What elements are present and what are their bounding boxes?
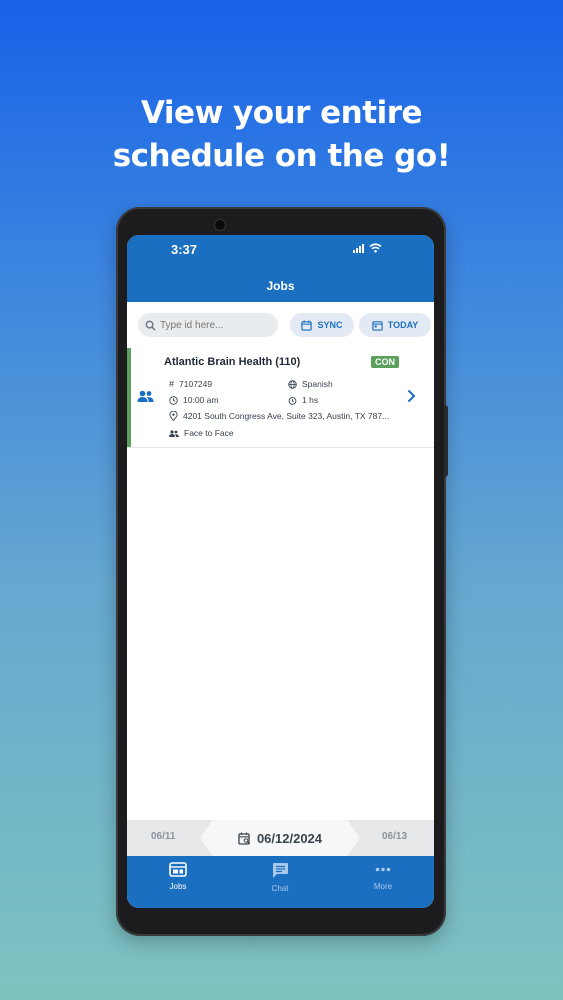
job-language: Spanish xyxy=(302,379,333,389)
bottom-navigation: Jobs Chat More xyxy=(127,856,434,908)
more-icon xyxy=(375,867,391,872)
clock-icon xyxy=(169,395,178,405)
job-card[interactable]: Atlantic Brain Health (110) CON # 710724… xyxy=(127,348,434,448)
front-camera xyxy=(214,219,226,231)
hash-icon: # xyxy=(169,379,175,389)
nav-label-chat: Chat xyxy=(271,884,289,893)
next-date-button[interactable]: 06/13 xyxy=(382,831,407,842)
chevron-right-icon[interactable] xyxy=(407,389,416,403)
job-id-row: # 7107249 xyxy=(169,379,212,389)
page-title: Jobs xyxy=(266,279,295,293)
status-time: 3:37 xyxy=(171,242,198,257)
job-time: 10:00 am xyxy=(183,395,219,405)
wifi-icon xyxy=(369,243,382,253)
job-title: Atlantic Brain Health (110) xyxy=(164,356,301,368)
sync-button[interactable]: SYNC xyxy=(290,313,354,337)
status-badge: CON xyxy=(371,356,399,368)
people-icon xyxy=(169,429,179,437)
status-icons xyxy=(353,243,382,253)
job-address: 4201 South Congress Ave, Suite 323, Aust… xyxy=(183,411,390,421)
app-header: 3:37 Jobs xyxy=(127,235,434,302)
phone-side-button xyxy=(444,405,448,477)
promo-headline: View your entire schedule on the go! xyxy=(0,92,563,178)
job-status-accent xyxy=(127,348,131,447)
job-duration: 1 hs xyxy=(302,395,319,405)
nav-item-jobs[interactable]: Jobs xyxy=(143,862,213,891)
current-date[interactable]: 06/12/2024 xyxy=(200,820,360,856)
search-icon xyxy=(145,320,156,331)
job-id: 7107249 xyxy=(179,379,213,389)
globe-icon xyxy=(288,379,297,389)
search-input[interactable] xyxy=(160,319,270,331)
today-label: TODAY xyxy=(387,320,419,330)
job-duration-row: 1 hs xyxy=(288,395,318,405)
chat-icon xyxy=(273,863,288,878)
signal-icon xyxy=(353,243,364,253)
sync-label: SYNC xyxy=(317,320,343,330)
current-date-label: 06/12/2024 xyxy=(256,830,323,846)
job-modality-row: Face to Face xyxy=(169,428,234,438)
location-pin-icon xyxy=(169,411,178,421)
job-modality: Face to Face xyxy=(184,428,234,438)
nav-item-chat[interactable]: Chat xyxy=(245,862,315,893)
job-language-row: Spanish xyxy=(288,379,333,389)
promo-headline-line1: View your entire xyxy=(140,95,423,131)
nav-label-jobs: Jobs xyxy=(169,882,187,891)
date-navigator: 06/11 06/12/2024 06/13 xyxy=(127,820,434,856)
timer-icon xyxy=(288,396,297,405)
promo-headline-line2: schedule on the go! xyxy=(112,138,451,174)
calendar-icon xyxy=(372,320,383,331)
prev-date-button[interactable]: 06/11 xyxy=(151,831,175,842)
nav-label-more: More xyxy=(373,882,393,891)
job-time-row: 10:00 am xyxy=(169,395,218,405)
job-address-row: 4201 South Congress Ave, Suite 323, Aust… xyxy=(169,411,389,421)
calendar-search-icon xyxy=(238,832,250,845)
group-icon xyxy=(137,390,154,402)
app-screen: 3:37 Jobs SYNC xyxy=(127,235,434,908)
jobs-icon xyxy=(169,862,187,877)
calendar-sync-icon xyxy=(301,319,313,331)
search-box[interactable] xyxy=(138,313,278,337)
today-button[interactable]: TODAY xyxy=(359,313,431,337)
nav-item-more[interactable]: More xyxy=(348,862,418,891)
